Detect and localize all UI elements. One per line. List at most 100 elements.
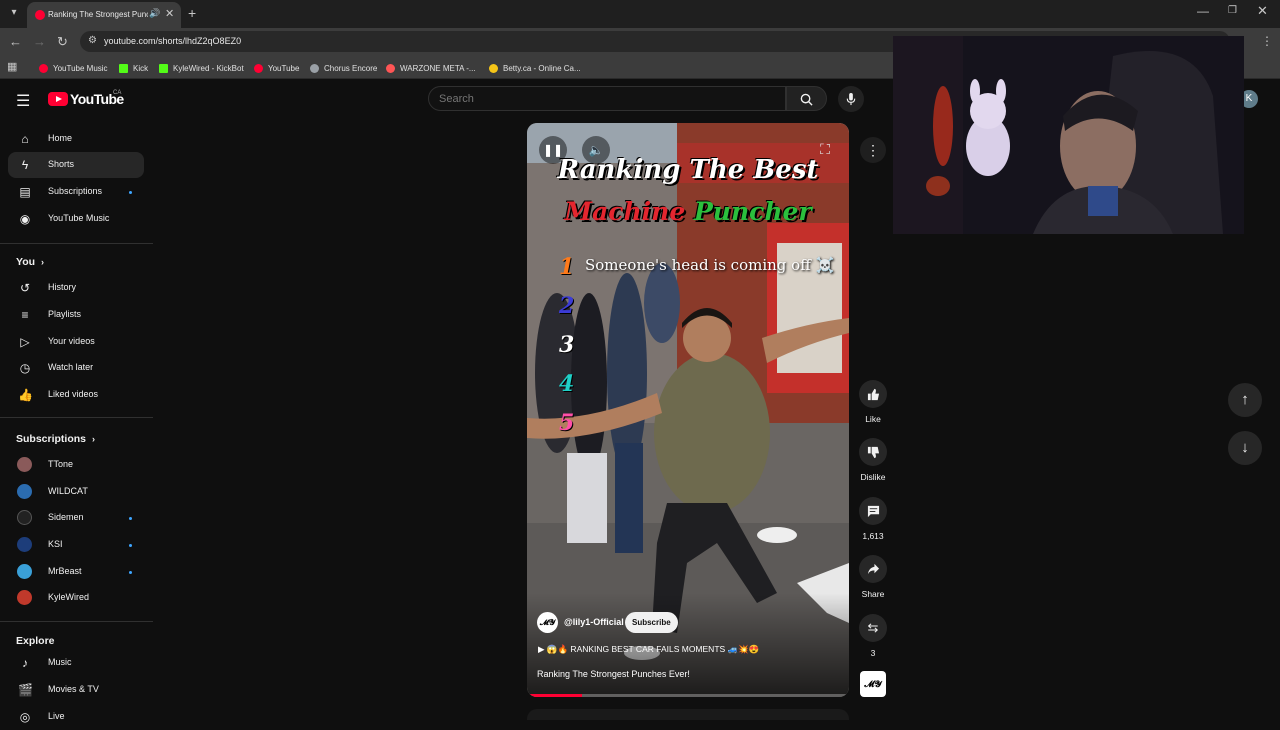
home-icon: ⌂ <box>21 132 29 146</box>
rank-number: 4 <box>559 371 575 397</box>
browser-tab[interactable]: Ranking The Strongest Punches Ever! 🔊 ✕ <box>27 2 181 28</box>
playlists-icon: ≡ <box>21 308 29 322</box>
subscribe-button[interactable]: Subscribe <box>625 612 678 633</box>
bookmark-youtube-music[interactable]: YouTube Music <box>39 61 108 75</box>
search-box[interactable] <box>428 86 786 111</box>
voice-search-button[interactable] <box>838 86 864 112</box>
sidebar-channel-sidemen[interactable]: Sidemen <box>8 505 144 531</box>
apps-grid-icon[interactable]: ▦ <box>7 60 17 73</box>
sidebar-channel-kylewired[interactable]: KyleWired <box>8 585 144 611</box>
playlist-link[interactable]: ▶ 😱🔥 RANKING BEST CAR FAILS MOMENTS 🚙💥😍 <box>538 644 759 655</box>
microphone-icon <box>846 93 856 106</box>
bookmark-youtube[interactable]: YouTube <box>254 61 299 75</box>
progress-bar[interactable] <box>527 694 849 697</box>
youtube-music-icon: ◉ <box>19 212 31 226</box>
history-icon: ↺ <box>19 281 31 295</box>
sidebar-subscriptions-heading[interactable]: Subscriptions › <box>16 433 95 445</box>
new-content-dot <box>129 191 132 194</box>
sidebar-channel-ttone[interactable]: TTone <box>8 452 144 478</box>
rank-number: 1 <box>559 254 575 280</box>
dislike-button[interactable] <box>859 438 887 466</box>
search-input[interactable] <box>439 93 769 105</box>
overlay-title-word-puncher: Puncher <box>693 197 812 226</box>
window-close-icon[interactable]: ✕ <box>1257 3 1268 19</box>
channel-name: KyleWired <box>48 592 90 602</box>
new-tab-icon[interactable]: + <box>188 5 196 21</box>
volume-button[interactable]: 🔈 <box>582 136 610 164</box>
bookmark-favicon-icon <box>489 63 498 73</box>
bookmark-favicon-icon <box>119 63 128 73</box>
bookmark-chorus-encore[interactable]: Chorus Encore <box>310 61 377 75</box>
more-options-button[interactable]: ⋮ <box>860 137 886 163</box>
back-icon[interactable]: ← <box>9 34 22 49</box>
you-heading-label: You <box>16 256 36 268</box>
remix-button[interactable]: ⇆ <box>859 614 887 642</box>
dislike-action[interactable]: Dislike <box>855 438 891 482</box>
chrome-menu-icon[interactable]: ⋮ <box>1261 34 1273 48</box>
overlay-title-word-machine: Machine <box>564 197 686 226</box>
fullscreen-button[interactable]: ⛶ <box>815 139 835 159</box>
sidebar-channel-wildcat[interactable]: WILDCAT <box>8 479 144 505</box>
next-short-preview[interactable] <box>527 709 849 720</box>
reload-icon[interactable]: ↻ <box>57 34 68 50</box>
channel-avatar <box>17 510 32 525</box>
url-text[interactable]: youtube.com/shorts/lhdZ2qO8EZ0 <box>104 36 241 46</box>
share-action[interactable]: Share <box>855 555 891 599</box>
pause-button[interactable]: ❚❚ <box>539 136 567 164</box>
sidebar-item-label: History <box>48 282 77 292</box>
subscriptions-heading-label: Subscriptions <box>16 433 87 445</box>
share-button[interactable] <box>859 555 887 583</box>
sidebar-item-watch-later[interactable]: ◷ Watch later <box>8 355 144 381</box>
next-short-button[interactable]: ↓ <box>1228 431 1262 465</box>
sidebar-you-heading[interactable]: You › <box>16 256 44 268</box>
sidebar-channel-ksi[interactable]: KSI <box>8 532 144 558</box>
bookmark-kickbot[interactable]: KyleWired - KickBot <box>159 61 244 75</box>
bookmark-betty[interactable]: Betty.ca - Online Ca... <box>489 61 581 75</box>
minimize-icon[interactable]: — <box>1197 4 1209 18</box>
short-channel-name[interactable]: @lily1-Official <box>564 617 624 627</box>
audio-source-thumbnail[interactable]: 𝓜𝓨 <box>860 671 886 697</box>
sidebar-item-home[interactable]: ⌂ Home <box>8 126 144 152</box>
sidebar-item-live[interactable]: ◎ Live <box>8 704 144 730</box>
like-action[interactable]: Like <box>855 380 891 424</box>
sidebar-item-playlists[interactable]: ≡ Playlists <box>8 302 144 328</box>
forward-icon[interactable]: → <box>33 34 46 49</box>
sidebar-channel-mrbeast[interactable]: MrBeast <box>8 559 144 585</box>
comments-button[interactable] <box>859 497 887 525</box>
bookmark-label: WARZONE META -... <box>400 63 476 73</box>
like-button[interactable] <box>859 380 887 408</box>
search-button[interactable] <box>786 86 827 111</box>
dislike-label: Dislike <box>860 472 886 482</box>
comment-icon <box>867 505 879 518</box>
hamburger-menu-icon[interactable]: ☰ <box>16 91 30 111</box>
sidebar-item-youtube-music[interactable]: ◉ YouTube Music <box>8 206 144 232</box>
short-title[interactable]: Ranking The Strongest Punches Ever! <box>537 669 690 679</box>
sidebar-item-label: Music <box>48 657 72 667</box>
bookmark-warzone-meta[interactable]: WARZONE META -... <box>386 61 476 75</box>
short-channel-avatar[interactable]: 𝓜𝓨 <box>537 612 558 633</box>
shorts-player[interactable]: Ranking The Best Machine Puncher 1 Someo… <box>527 123 849 697</box>
sidebar-item-liked-videos[interactable]: 👍 Liked videos <box>8 382 144 408</box>
channel-avatar <box>17 537 32 552</box>
sidebar-item-shorts[interactable]: ϟ Shorts <box>8 152 144 178</box>
comments-action[interactable]: 1,613 <box>855 497 891 541</box>
previous-short-button[interactable]: ↑ <box>1228 383 1262 417</box>
sidebar-item-history[interactable]: ↺ History <box>8 275 144 301</box>
audio-playing-icon[interactable]: 🔊 <box>149 8 160 19</box>
close-tab-icon[interactable]: ✕ <box>165 7 174 20</box>
channel-avatar <box>17 457 32 472</box>
sidebar-item-label: Home <box>48 133 73 143</box>
sidebar-item-movies-tv[interactable]: 🎬 Movies & TV <box>8 677 144 703</box>
tab-search-icon[interactable]: ▾ <box>6 5 22 21</box>
bookmark-label: Kick <box>133 63 149 73</box>
webcam-feed <box>893 36 1244 234</box>
site-info-icon[interactable]: ⚙ <box>88 35 97 46</box>
sidebar-item-music[interactable]: ♪ Music <box>8 650 144 676</box>
remix-action[interactable]: ⇆ 3 <box>855 614 891 658</box>
bookmark-favicon-icon <box>39 63 48 73</box>
restore-icon[interactable]: ❐ <box>1228 5 1237 16</box>
sidebar-item-your-videos[interactable]: ▷ Your videos <box>8 329 144 355</box>
sidebar-item-subscriptions[interactable]: ▤ Subscriptions <box>8 179 144 205</box>
new-content-dot <box>129 517 132 520</box>
bookmark-kick[interactable]: Kick <box>119 61 148 75</box>
